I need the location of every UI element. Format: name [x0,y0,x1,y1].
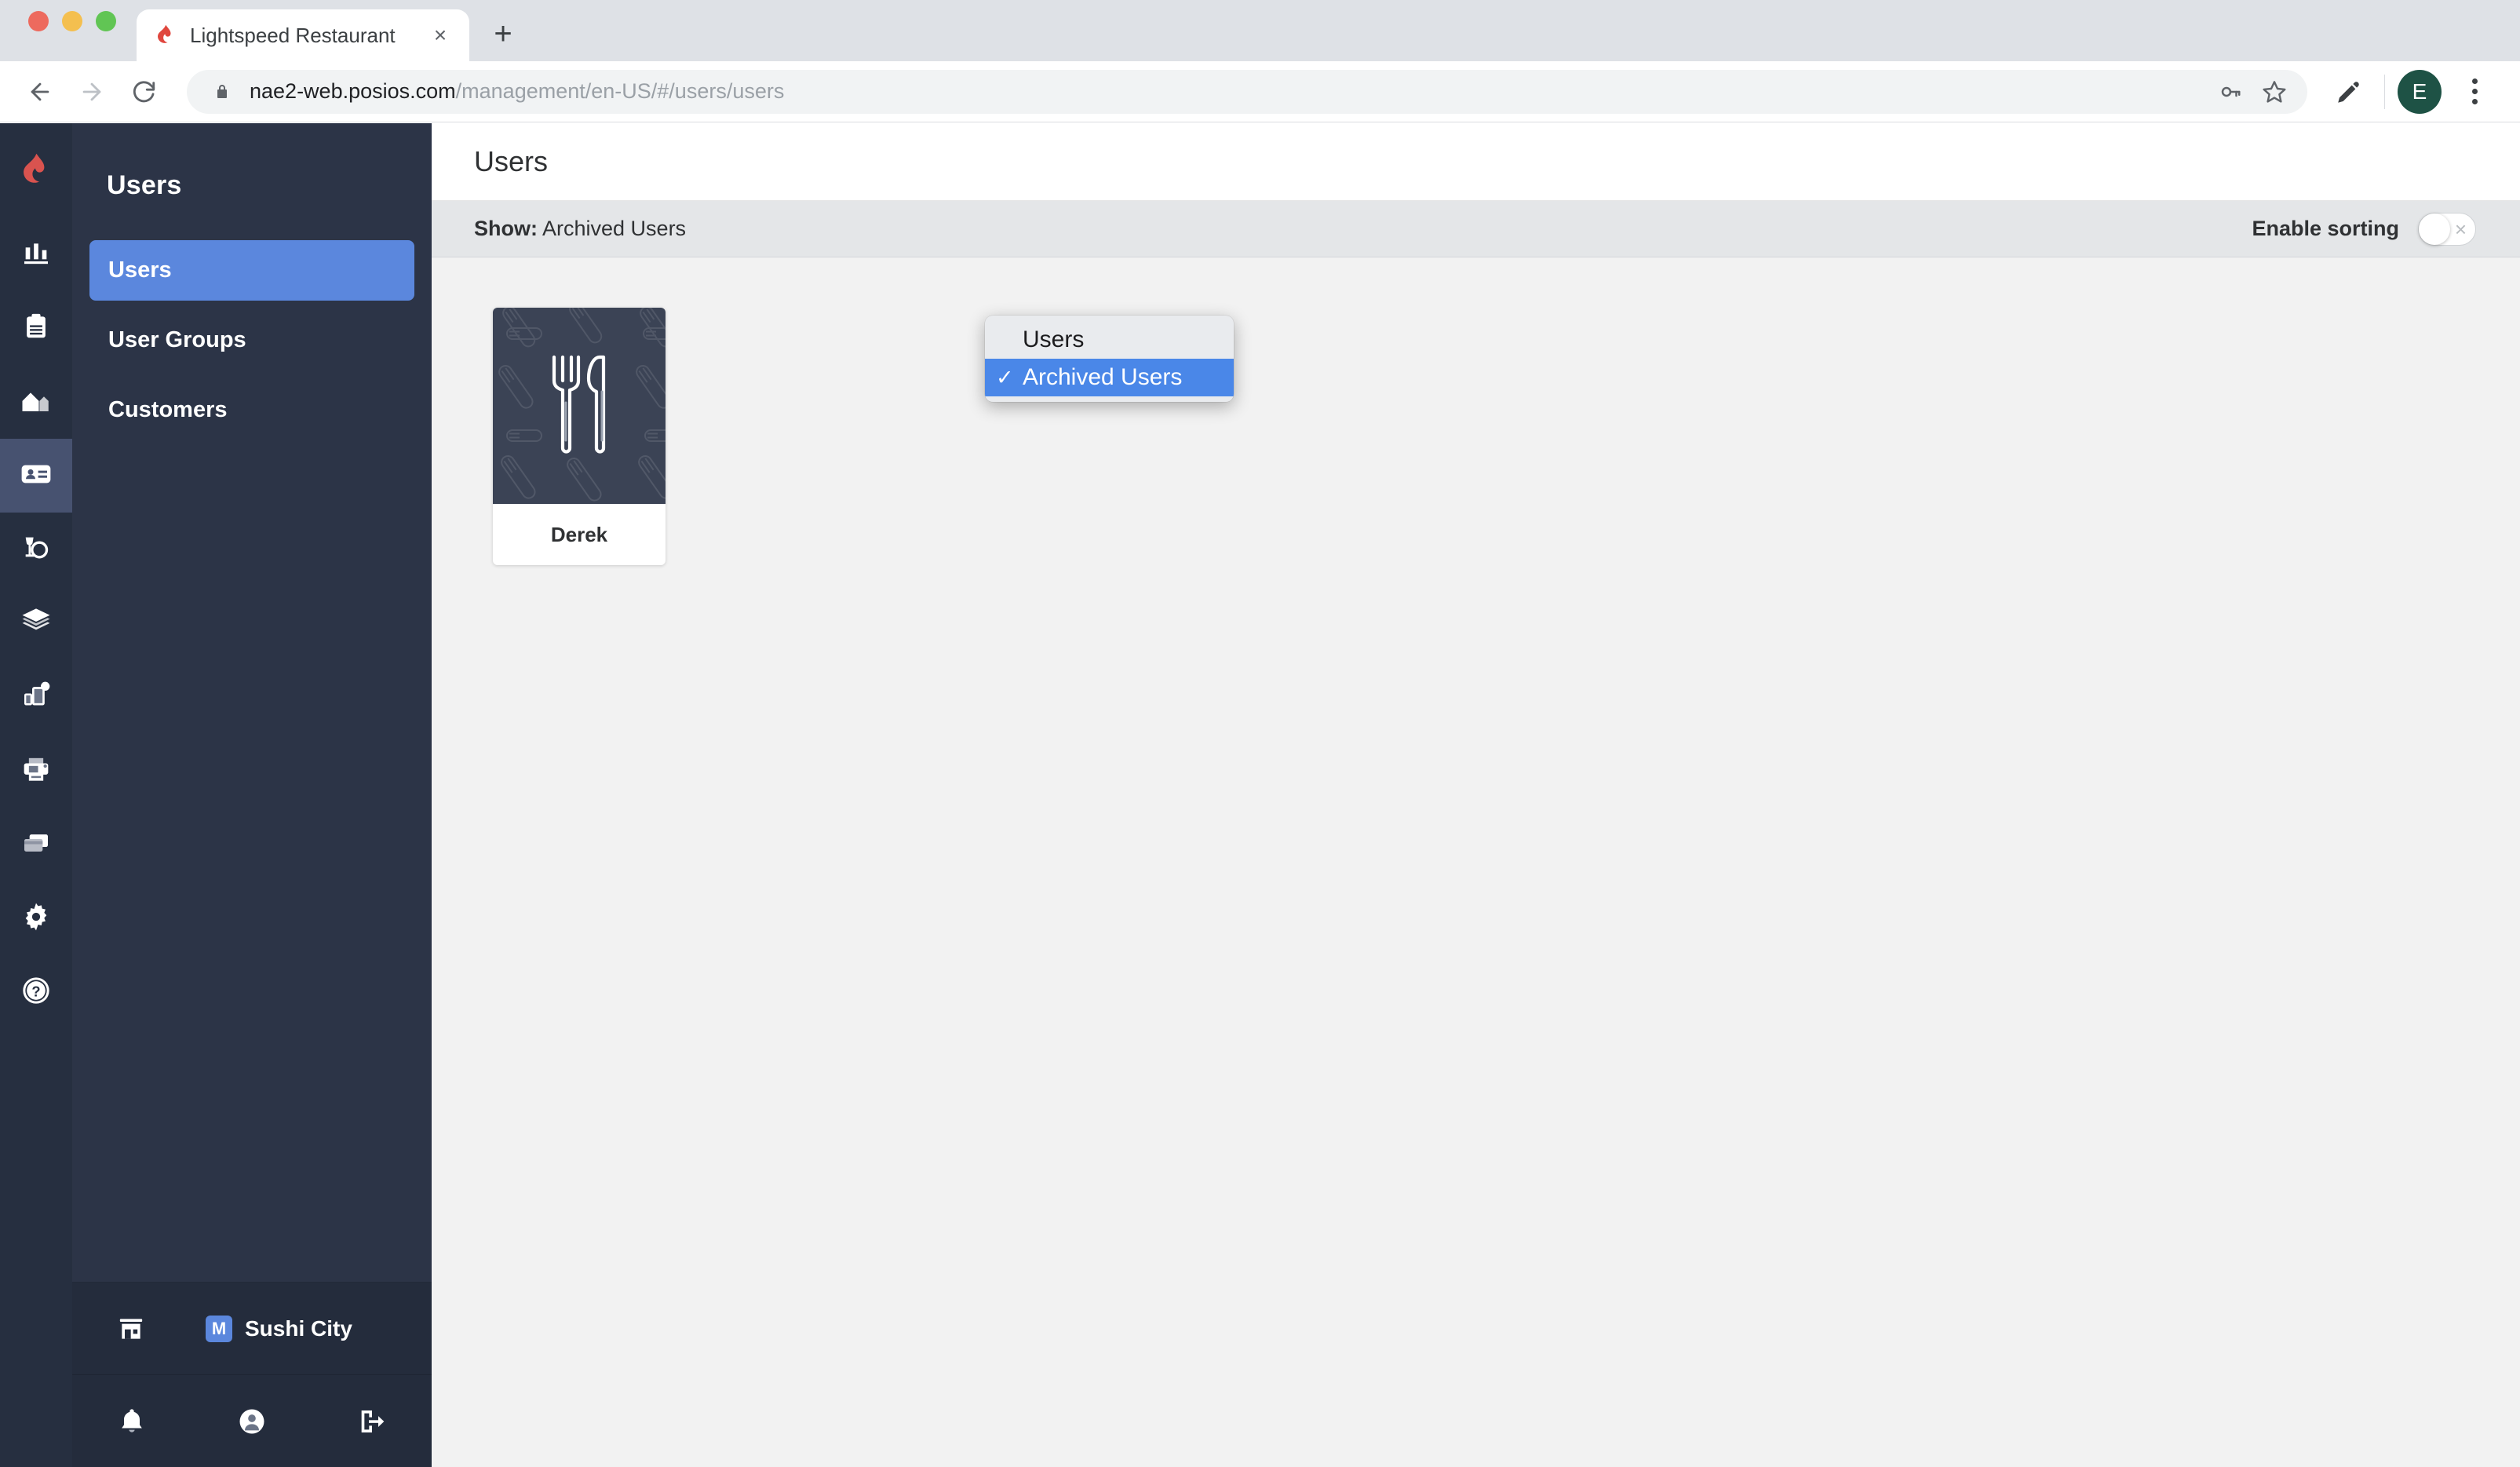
printer-icon [20,754,52,789]
sidebar-item-users-link[interactable]: Users [89,240,414,301]
sidebar-item-settings[interactable] [0,881,72,955]
clipboard-icon [21,312,51,345]
user-card-grid: Derek [432,257,2520,1467]
browser-window: Lightspeed Restaurant × + nae2-web.posio… [0,0,2520,1467]
kebab-menu-icon[interactable] [2453,69,2496,115]
secondary-nav: Users Users User Groups Customers M Sush… [72,123,432,1467]
layers-icon [20,605,53,642]
sidebar-item-reports[interactable] [0,217,72,291]
user-avatar [493,308,666,504]
lightspeed-flame-icon [154,24,177,47]
user-card[interactable]: Derek [493,308,666,565]
sidebar-item-printers[interactable] [0,734,72,808]
devices-icon [20,680,52,715]
nav-footer [72,1374,432,1467]
new-tab-button[interactable]: + [485,16,521,52]
sidebar-item-inventory[interactable] [0,586,72,660]
key-icon[interactable] [2208,70,2252,114]
store-badge: M [206,1315,232,1342]
main-content: Users Show: Archived Users Enable sortin… [432,123,2520,1467]
nav-section-title: Users [107,170,182,200]
page-title: Users [474,145,549,177]
lock-icon [210,80,234,104]
toolbar-divider [2384,74,2385,109]
browser-toolbar: nae2-web.posios.com/management/en-US/#/u… [0,61,2520,122]
tab-strip: Lightspeed Restaurant × + [0,0,2520,61]
back-arrow-icon[interactable] [14,66,66,118]
window-controls [28,0,116,61]
url-path: /management/en-US/#/users/users [455,79,785,103]
help-icon: ? [20,975,52,1010]
store-icon [113,1313,149,1345]
profile-avatar[interactable]: E [2398,69,2442,114]
nav-fill [72,450,432,1282]
sidebar-item-floorplan[interactable] [0,365,72,439]
cutlery-placeholder-icon [493,308,666,504]
nav-list: Users User Groups Customers [72,240,432,450]
show-select-popup[interactable]: Users ✓ Archived Users [985,316,1234,402]
icon-rail: ? [0,123,72,1467]
enable-sorting-toggle[interactable]: × [2418,212,2476,246]
page-header: Users [432,123,2520,201]
toggle-knob [2419,213,2450,245]
minimize-window-button[interactable] [62,11,82,31]
svg-text:?: ? [31,983,40,999]
close-tab-button[interactable]: × [425,20,455,50]
sidebar-item-help[interactable]: ? [0,955,72,1029]
sidebar-item-payments[interactable] [0,808,72,881]
forward-arrow-icon [66,66,118,118]
show-select[interactable]: Archived Users [542,210,778,249]
url-host: nae2-web.posios.com [250,79,456,103]
star-icon[interactable] [2252,70,2296,114]
user-card-name: Derek [550,522,608,546]
sidebar-item-devices[interactable] [0,660,72,734]
toggle-off-glyph: × [2454,217,2467,241]
store-name: Sushi City [245,1316,352,1341]
person-icon[interactable] [192,1375,312,1467]
floorplan-icon [20,384,53,421]
sidebar-item-orders[interactable] [0,291,72,365]
store-selector[interactable]: M Sushi City [72,1282,432,1374]
sidebar-item-customers-link[interactable]: Customers [89,380,414,440]
show-label: Show: [474,217,538,240]
check-icon: ✓ [996,365,1014,389]
reload-icon[interactable] [118,66,170,118]
filter-bar: Show: Archived Users Enable sorting × [432,201,2520,257]
maximize-window-button[interactable] [96,11,116,31]
url-text: nae2-web.posios.com/management/en-US/#/u… [250,79,2208,104]
app-viewport: ? Users Users User Groups Customers M Su… [0,123,2520,1467]
close-window-button[interactable] [28,11,49,31]
browser-tab[interactable]: Lightspeed Restaurant × [137,9,469,61]
gear-icon [20,901,52,936]
bar-chart-icon [20,237,52,272]
plate-glass-icon [20,532,52,567]
tab-title: Lightspeed Restaurant [190,23,396,47]
address-bar[interactable]: nae2-web.posios.com/management/en-US/#/u… [187,69,2307,114]
popup-option-archived-users[interactable]: ✓ Archived Users [985,359,1234,396]
popup-option-users[interactable]: Users [985,321,1234,359]
id-card-icon [20,458,53,494]
sidebar-item-users[interactable] [0,439,72,513]
enable-sorting-label: Enable sorting [2252,217,2399,240]
payment-icon [20,827,52,863]
popup-option-label: Archived Users [1023,364,1183,390]
popup-option-label: Users [1023,327,1085,352]
sidebar-item-user-groups-link[interactable]: User Groups [89,310,414,370]
logout-icon[interactable] [312,1375,432,1467]
sidebar-item-menu[interactable] [0,513,72,586]
pen-icon[interactable] [2326,69,2372,115]
bell-icon[interactable] [72,1375,192,1467]
lightspeed-logo[interactable] [0,123,72,217]
